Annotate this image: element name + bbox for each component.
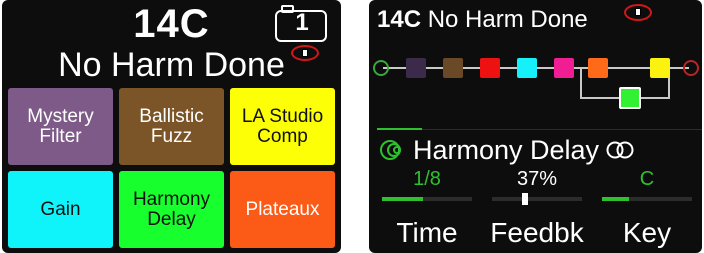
footswitch-la-studio-comp[interactable]: LA Studio Comp: [230, 88, 335, 165]
block-magenta[interactable]: [554, 58, 574, 78]
footswitch-harmony-delay[interactable]: Harmony Delay: [119, 171, 224, 248]
param-key[interactable]: C Key: [596, 166, 698, 253]
param-slider-track: [602, 197, 692, 201]
block-cyan[interactable]: [517, 58, 537, 78]
param-label: Feedbk: [490, 217, 584, 248]
footswitch-ballistic-fuzz[interactable]: Ballistic Fuzz: [119, 88, 224, 165]
param-value: C: [639, 168, 655, 190]
divider: [422, 129, 702, 130]
param-value: 1/8: [413, 168, 441, 190]
block-mystery-filter[interactable]: [406, 58, 426, 78]
footswitch-plateaux[interactable]: Plateaux: [230, 171, 335, 248]
preset-name: No Harm Done: [427, 6, 588, 33]
edited-indicator-icon: [624, 4, 652, 21]
block-ballistic-fuzz[interactable]: [443, 58, 463, 78]
param-label: Key: [622, 217, 672, 248]
model-row: Harmony Delay: [379, 135, 635, 165]
edited-glyph-icon: [635, 8, 641, 16]
preset-number: 14C: [377, 6, 422, 33]
signal-flow: [369, 40, 702, 130]
left-screen: 14C 1 No Harm Done Mystery Filter Ballis…: [2, 0, 341, 253]
param-slider-track: [492, 193, 582, 205]
right-screen: 14C No Harm Done Harmony Delay 1/8 Time …: [369, 0, 702, 253]
delay-icon: [380, 140, 401, 160]
stereo-icon: [606, 141, 634, 159]
param-feedback[interactable]: 37% Feedbk: [486, 166, 588, 253]
preset-header: 14C No Harm Done: [377, 6, 588, 34]
param-slider-fill: [382, 197, 423, 201]
parameter-row: 1/8 Time 37% Feedbk C Key: [369, 166, 702, 253]
model-name: Harmony Delay: [413, 135, 600, 165]
footswitch-mystery-filter[interactable]: Mystery Filter: [8, 88, 113, 165]
param-slider-fill: [602, 197, 629, 201]
param-slider-thumb[interactable]: [522, 193, 529, 205]
block-harmony-delay[interactable]: [619, 87, 641, 109]
edited-indicator-icon: [291, 45, 319, 61]
snapshot-number: 1: [295, 9, 309, 36]
param-value: 37%: [516, 168, 558, 190]
block-red[interactable]: [480, 58, 500, 78]
footswitch-gain[interactable]: Gain: [8, 171, 113, 248]
blocks-layer: [369, 40, 702, 130]
selection-underline: [377, 128, 422, 130]
edited-glyph-icon: [302, 49, 308, 57]
footswitch-grid: Mystery Filter Ballistic Fuzz LA Studio …: [8, 88, 335, 248]
param-slider-track: [382, 197, 472, 201]
param-label: Time: [396, 217, 458, 248]
block-orange[interactable]: [588, 58, 608, 78]
block-yellow[interactable]: [650, 58, 670, 78]
param-time[interactable]: 1/8 Time: [376, 166, 478, 253]
